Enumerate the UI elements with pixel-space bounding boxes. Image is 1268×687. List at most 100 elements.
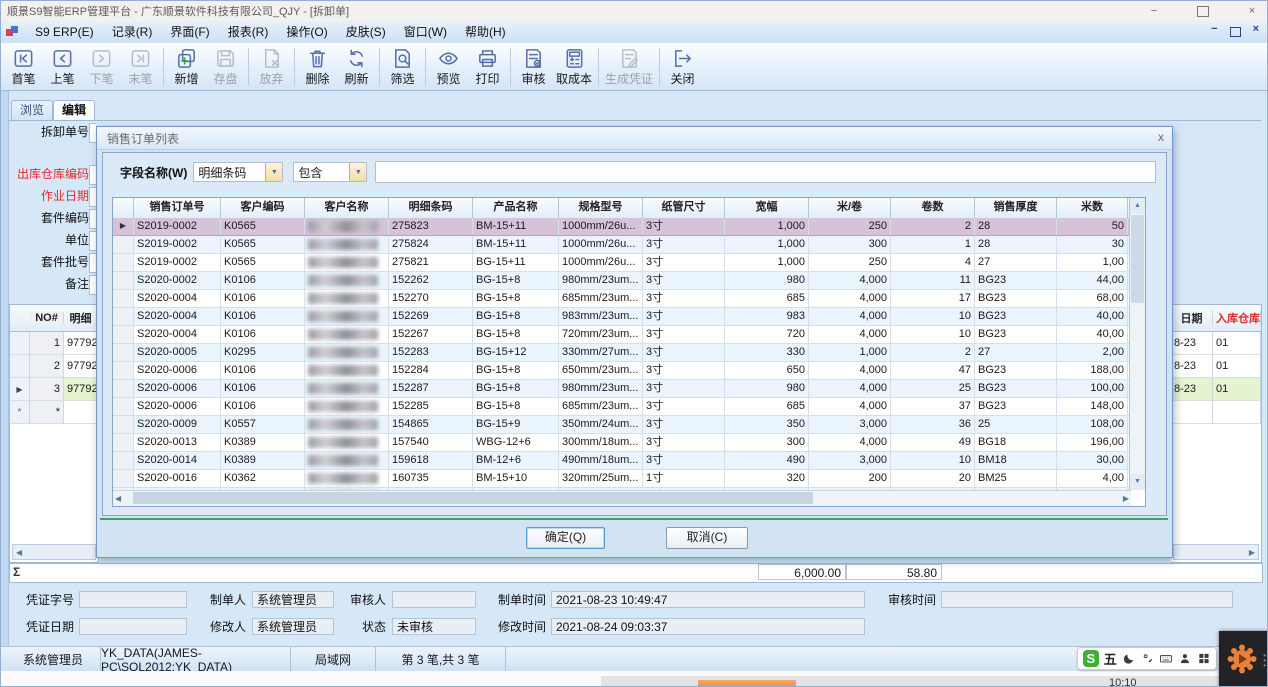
- menu-item[interactable]: 皮肤(S): [337, 22, 395, 43]
- toolbar-button[interactable]: 末笔: [121, 46, 160, 88]
- menu-item[interactable]: 帮助(H): [456, 22, 515, 43]
- toolbar-button[interactable]: 生成凭证: [602, 46, 656, 88]
- field-input[interactable]: [89, 209, 96, 229]
- restore-icon[interactable]: [1197, 6, 1209, 17]
- keyboard-icon[interactable]: [1159, 651, 1173, 666]
- filter-search-input[interactable]: [375, 161, 1156, 183]
- toolbar-button[interactable]: 上笔: [43, 46, 82, 88]
- field-input[interactable]: [89, 187, 96, 207]
- table-row[interactable]: ▶ S2020-0004 K0106 152270 BG-15+8 685mm/…: [113, 290, 1130, 308]
- table-row[interactable]: ▶ S2020-0009 K0557 154865 BG-15+9 350mm/…: [113, 416, 1130, 434]
- detail-row-right[interactable]: 8-23 01: [1171, 355, 1261, 378]
- column-header[interactable]: 米数: [1057, 198, 1128, 218]
- modify-time-field[interactable]: 2021-08-24 09:03:37: [551, 618, 865, 635]
- dialog-close-icon[interactable]: x: [1148, 130, 1164, 144]
- maker-field[interactable]: 系统管理员: [252, 591, 334, 608]
- ok-button[interactable]: 确定(Q): [526, 527, 605, 549]
- table-row[interactable]: ▶ S2020-0005 K0295 152283 BG-15+12 330mm…: [113, 344, 1130, 362]
- tab-browse[interactable]: 浏览: [11, 100, 53, 120]
- toolbar-button[interactable]: 取成本: [553, 46, 595, 88]
- column-header-no[interactable]: NO#: [30, 312, 64, 324]
- toolbar-button[interactable]: 关闭: [663, 46, 702, 88]
- sun-gear-play-icon[interactable]: [1226, 643, 1258, 675]
- field-input[interactable]: [89, 275, 96, 295]
- dialog-title-bar[interactable]: 销售订单列表 x: [97, 127, 1172, 150]
- moon-icon[interactable]: [1122, 651, 1136, 666]
- column-header[interactable]: 销售订单号: [134, 198, 221, 218]
- column-header[interactable]: 规格型号: [559, 198, 643, 218]
- column-header[interactable]: 宽幅: [725, 198, 809, 218]
- detail-row-right[interactable]: 8-23 01: [1171, 378, 1261, 401]
- column-header-warehouse[interactable]: 入库仓库: [1213, 310, 1261, 326]
- detail-row-right[interactable]: [1171, 401, 1261, 424]
- toolbar-button[interactable]: 审核: [514, 46, 553, 88]
- modifier-field[interactable]: 系统管理员: [252, 618, 334, 635]
- detail-grid-hscrollbar[interactable]: ◀: [12, 544, 96, 560]
- toolbar-button[interactable]: 筛选: [383, 46, 422, 88]
- column-header[interactable]: 销售厚度: [975, 198, 1057, 218]
- filter-operator-select[interactable]: 包含▼: [293, 162, 367, 182]
- column-header[interactable]: 纸管尺寸: [643, 198, 725, 218]
- overlay-app-box[interactable]: •••: [1219, 631, 1268, 687]
- toolbar-button[interactable]: 存盘: [206, 46, 245, 88]
- detail-row[interactable]: ▶* 3 97792: [10, 378, 98, 401]
- close-icon[interactable]: ×: [1241, 5, 1263, 17]
- column-header[interactable]: 客户名称: [305, 198, 389, 218]
- column-header-detail[interactable]: 明细: [64, 310, 98, 326]
- column-header[interactable]: 产品名称: [473, 198, 559, 218]
- detail-row[interactable]: ▶* 2 97792: [10, 355, 98, 378]
- detail-grid-hscrollbar-right[interactable]: ▶: [1173, 544, 1259, 560]
- toolbar-button[interactable]: 新增: [167, 46, 206, 88]
- filter-field-select[interactable]: 明细条码▼: [193, 162, 283, 182]
- field-input[interactable]: [89, 253, 96, 273]
- toolbar-button[interactable]: 下笔: [82, 46, 121, 88]
- audit-time-field[interactable]: [941, 591, 1233, 608]
- menu-item[interactable]: 记录(R): [103, 22, 162, 43]
- detail-row-right[interactable]: 8-23 01: [1171, 332, 1261, 355]
- table-row[interactable]: ▶ S2020-0006 K0106 152284 BG-15+8 650mm/…: [113, 362, 1130, 380]
- minimize-icon[interactable]: −: [1143, 5, 1165, 17]
- table-row[interactable]: ▶ S2019-0002 K0565 275821 BG-15+11 1000m…: [113, 254, 1130, 272]
- column-header-date[interactable]: 日期: [1171, 310, 1213, 326]
- ime-toolbar[interactable]: S 五: [1077, 647, 1217, 670]
- table-row[interactable]: ▶ S2020-0004 K0106 152267 BG-15+8 720mm/…: [113, 326, 1130, 344]
- voucher-date-field[interactable]: [79, 618, 187, 635]
- toolbar-button[interactable]: 刷新: [337, 46, 376, 88]
- column-header[interactable]: 明细条码: [389, 198, 473, 218]
- table-row[interactable]: ▶ S2020-0014 K0389 159618 BM-12+6 490mm/…: [113, 452, 1130, 470]
- menu-item[interactable]: S9 ERP(E): [26, 22, 103, 43]
- toolbar-button[interactable]: 预览: [429, 46, 468, 88]
- detail-row[interactable]: ▶* 1 97792: [10, 332, 98, 355]
- table-row[interactable]: ▶ S2020-0006 K0106 152287 BG-15+8 980mm/…: [113, 380, 1130, 398]
- mdi-minimize-icon[interactable]: −: [1211, 23, 1217, 37]
- column-header[interactable]: 卷数: [891, 198, 975, 218]
- punctuation-icon[interactable]: [1141, 651, 1155, 666]
- table-row[interactable]: ▶ S2020-0016 K0362 160735 BM-15+10 320mm…: [113, 470, 1130, 488]
- voucher-no-field[interactable]: [79, 591, 187, 608]
- toolbar-button[interactable]: 放弃: [252, 46, 291, 88]
- person-icon[interactable]: [1178, 651, 1192, 666]
- field-input[interactable]: [89, 165, 96, 185]
- table-row[interactable]: ▶ S2020-0006 K0106 152285 BG-15+8 685mm/…: [113, 398, 1130, 416]
- table-row[interactable]: ▶ S2019-0002 K0565 275823 BM-15+11 1000m…: [113, 218, 1130, 236]
- auditor-field[interactable]: [392, 591, 476, 608]
- toolbar-button[interactable]: 打印: [468, 46, 507, 88]
- tab-edit[interactable]: 编辑: [53, 100, 95, 121]
- table-row[interactable]: ▶ S2020-0013 K0389 157540 WBG-12+6 300mm…: [113, 434, 1130, 452]
- menu-item[interactable]: 界面(F): [161, 22, 218, 43]
- sogou-logo-icon[interactable]: S: [1083, 650, 1099, 667]
- mdi-close-icon[interactable]: ×: [1253, 23, 1259, 37]
- make-time-field[interactable]: 2021-08-23 10:49:47: [551, 591, 865, 608]
- table-row[interactable]: ▶ S2019-0002 K0565 275824 BM-15+11 1000m…: [113, 236, 1130, 254]
- table-row[interactable]: ▶ S2020-0002 K0106 152262 BG-15+8 980mm/…: [113, 272, 1130, 290]
- mdi-restore-icon[interactable]: [1230, 27, 1241, 37]
- field-input[interactable]: [89, 123, 96, 143]
- menu-item[interactable]: 窗口(W): [395, 22, 456, 43]
- toolbar-button[interactable]: 删除: [298, 46, 337, 88]
- column-header[interactable]: 客户编码: [221, 198, 305, 218]
- menu-item[interactable]: 操作(O): [277, 22, 336, 43]
- column-header[interactable]: 米/卷: [809, 198, 891, 218]
- grid-vscrollbar[interactable]: ▲ ▼: [1129, 198, 1145, 490]
- detail-row[interactable]: ▶* *: [10, 401, 98, 424]
- status-field[interactable]: 未审核: [392, 618, 476, 635]
